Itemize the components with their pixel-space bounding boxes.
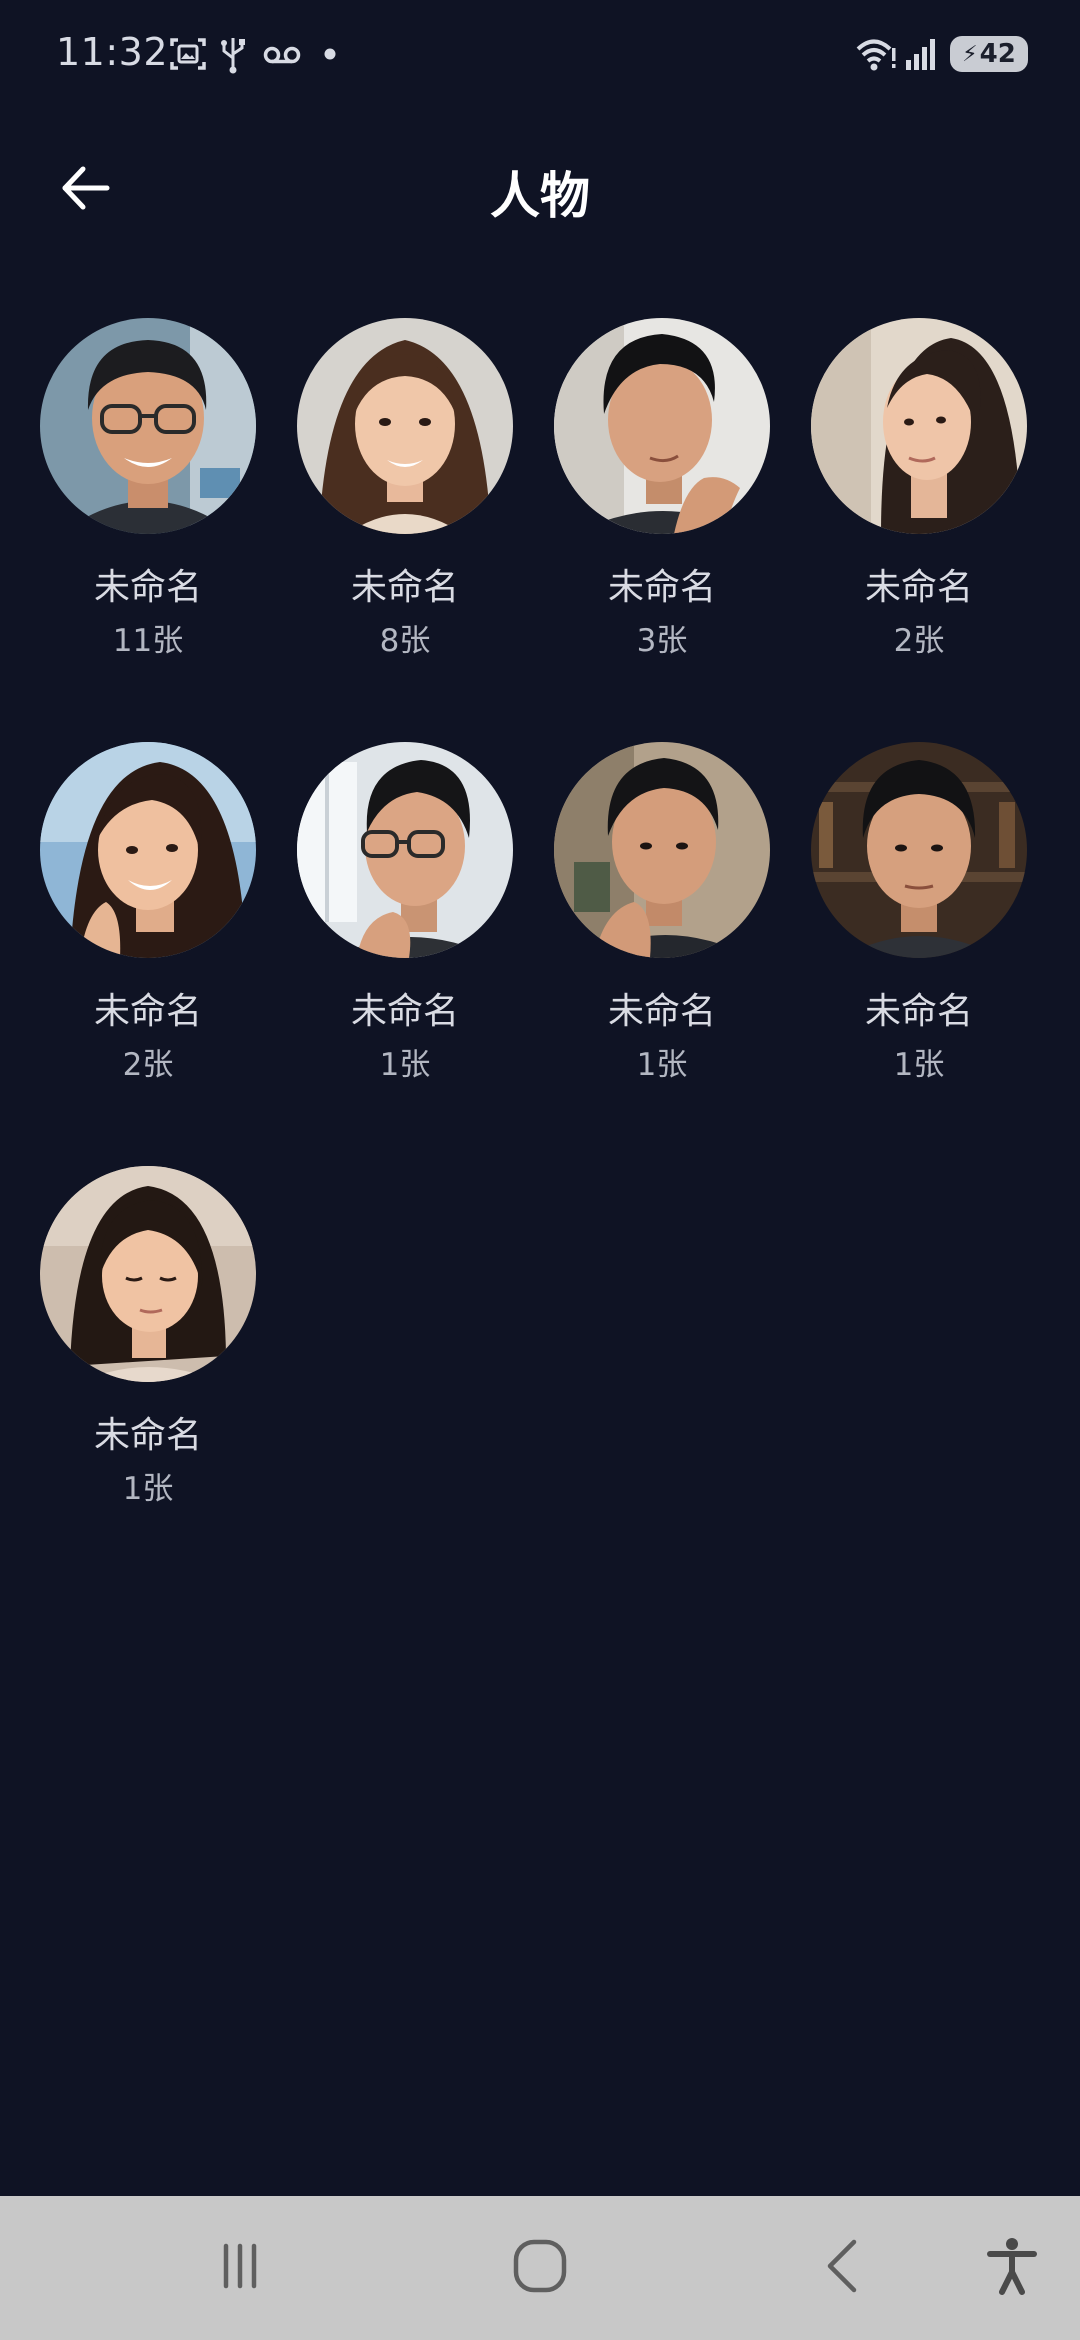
wifi-icon bbox=[854, 34, 898, 78]
avatar bbox=[40, 1166, 256, 1382]
person-name: 未命名 bbox=[607, 991, 716, 1032]
person-name: 未命名 bbox=[864, 567, 973, 608]
avatar bbox=[811, 742, 1027, 958]
person-name: 未命名 bbox=[607, 567, 716, 608]
person-card[interactable]: 未命名 1张 bbox=[534, 724, 790, 1148]
battery-level: 42 bbox=[979, 39, 1016, 69]
status-bar: 11:32 ⚡ 42 bbox=[0, 0, 1080, 110]
accessibility-icon bbox=[982, 2236, 1042, 2300]
avatar bbox=[40, 318, 256, 534]
photo-count: 2张 bbox=[893, 623, 945, 659]
avatar bbox=[297, 318, 513, 534]
notification-dot-icon bbox=[322, 46, 338, 66]
page-title: 人物 bbox=[490, 167, 590, 225]
avatar bbox=[554, 318, 770, 534]
person-card[interactable]: 未命名 1张 bbox=[791, 724, 1047, 1148]
person-name: 未命名 bbox=[93, 991, 202, 1032]
person-card[interactable]: 未命名 8张 bbox=[277, 300, 533, 724]
person-card[interactable]: 未命名 2张 bbox=[791, 300, 1047, 724]
back-icon bbox=[814, 2236, 874, 2300]
home-icon bbox=[510, 2236, 570, 2300]
photo-count: 1张 bbox=[379, 1047, 431, 1083]
app-bar: 人物 bbox=[0, 120, 1080, 260]
person-name: 未命名 bbox=[350, 567, 459, 608]
person-card[interactable]: 未命名 11张 bbox=[20, 300, 276, 724]
recent-apps-button[interactable] bbox=[200, 2232, 280, 2304]
usb-icon bbox=[218, 34, 248, 78]
person-name: 未命名 bbox=[864, 991, 973, 1032]
photo-count: 3张 bbox=[636, 623, 688, 659]
person-name: 未命名 bbox=[350, 991, 459, 1032]
people-grid: 未命名 11张 未命名 8张 未命名 3张 未命名 2张 未命名 2张 未命名 … bbox=[20, 300, 1060, 1572]
battery-charging-icon: ⚡ 42 bbox=[950, 36, 1028, 72]
photo-count: 1张 bbox=[122, 1471, 174, 1507]
avatar bbox=[554, 742, 770, 958]
person-card[interactable]: 未命名 2张 bbox=[20, 724, 276, 1148]
navigation-bar bbox=[0, 2196, 1080, 2340]
avatar bbox=[40, 742, 256, 958]
person-name: 未命名 bbox=[93, 1415, 202, 1456]
screenshot-icon bbox=[168, 34, 208, 78]
accessibility-button[interactable] bbox=[972, 2232, 1052, 2304]
photo-count: 1张 bbox=[636, 1047, 688, 1083]
voicemail-icon bbox=[262, 34, 302, 78]
person-name: 未命名 bbox=[93, 567, 202, 608]
home-button[interactable] bbox=[500, 2232, 580, 2304]
status-time: 11:32 bbox=[56, 30, 169, 74]
back-nav-button[interactable] bbox=[804, 2232, 884, 2304]
person-card[interactable]: 未命名 1张 bbox=[277, 724, 533, 1148]
avatar bbox=[297, 742, 513, 958]
photo-count: 1张 bbox=[893, 1047, 945, 1083]
recent-apps-icon bbox=[210, 2236, 270, 2300]
photo-count: 11张 bbox=[112, 623, 184, 659]
avatar bbox=[811, 318, 1027, 534]
photo-count: 2张 bbox=[122, 1047, 174, 1083]
photo-count: 8张 bbox=[379, 623, 431, 659]
person-card[interactable]: 未命名 1张 bbox=[20, 1148, 276, 1572]
signal-icon bbox=[904, 34, 940, 78]
person-card[interactable]: 未命名 3张 bbox=[534, 300, 790, 724]
